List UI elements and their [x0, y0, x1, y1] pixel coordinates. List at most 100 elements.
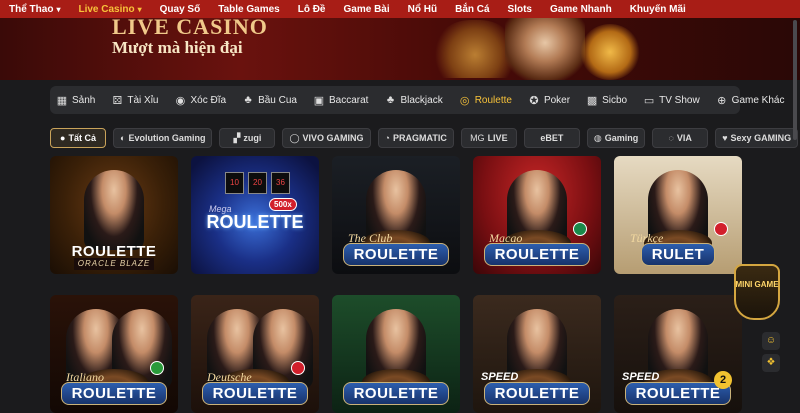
nav-item-4[interactable]: Lô Đề — [289, 4, 335, 15]
game-card-macao[interactable]: Macao ROULETTE — [473, 156, 601, 274]
category-10[interactable]: ⊕ Game Khác — [716, 94, 784, 107]
game-card-deutsche[interactable]: Deutsche ROULETTE — [191, 295, 319, 413]
provider-filter-bar: ● Tất Cả ◐ Evolution Gaming ▞ zugi ◯ VIVO GAMIN… — [50, 128, 799, 148]
category-0[interactable]: ▦ Sảnh — [56, 94, 96, 107]
dice-icon: ⚄ — [112, 94, 123, 107]
chat-icon[interactable]: ☺ — [762, 332, 780, 350]
game-title: ROULETTE — [342, 382, 450, 405]
nav-item-1[interactable]: Live Casino ▾ — [69, 4, 150, 15]
nav-item-5[interactable]: Game Bài — [335, 4, 399, 15]
slot-number: 36 — [271, 172, 290, 194]
sicbo-icon: ▩ — [586, 94, 598, 107]
nav-item-7[interactable]: Bắn Cá — [446, 4, 498, 15]
game-card-mega[interactable]: 10 20 36 Mega 500x ROULETTE — [191, 156, 319, 274]
plate-icon: ◉ — [175, 94, 186, 107]
vivo-logo: ◯ — [289, 132, 300, 143]
gift-icon[interactable]: ❖ — [762, 354, 780, 372]
provider-label: VIVO GAMING — [302, 133, 364, 143]
table-number-badge: 2 — [714, 371, 732, 389]
provider-label: Gaming — [604, 133, 639, 143]
provider-0[interactable]: ● Tất Cả — [50, 128, 106, 148]
nav-item-label: Slots — [507, 3, 532, 15]
nav-item-2[interactable]: Quay Số — [151, 4, 210, 15]
pragmatic-logo: ◔ — [384, 133, 390, 143]
category-label: Baccarat — [328, 94, 369, 106]
game-title-wrap: RULET — [614, 243, 742, 266]
category-label: Roulette — [474, 94, 512, 106]
country-flag-icon — [573, 222, 587, 236]
provider-7[interactable]: ◍ Gaming — [586, 128, 646, 148]
mini-game-label: MINI GAME — [735, 280, 779, 289]
category-label: Xóc Đĩa — [190, 94, 227, 106]
game-card-green[interactable]: ROULETTE — [332, 295, 460, 413]
nav-item-9[interactable]: Game Nhanh — [541, 4, 621, 15]
nav-item-label: Table Games — [218, 3, 280, 15]
gourd-icon: ♣ — [244, 94, 252, 106]
provider-9[interactable]: ♥ Sexy GAMING — [715, 128, 799, 148]
provider-3[interactable]: ◯ VIVO GAMING — [282, 128, 371, 148]
provider-8[interactable]: ◌ VIA — [652, 128, 709, 148]
game-card-speed2[interactable]: SPEED ROULETTE 2 — [614, 295, 742, 413]
provider-label: PRAGMATIC — [392, 133, 447, 143]
provider-label: Sexy GAMING — [730, 133, 792, 143]
category-5[interactable]: ♣ Blackjack — [384, 94, 443, 106]
game-title: ROULETTE — [206, 212, 304, 232]
mini-game-badge — [734, 264, 780, 320]
mg-live-logo: MG — [470, 133, 485, 143]
provider-4[interactable]: ◔ PRAGMATIC — [377, 128, 454, 148]
provider-label: Tất Cả — [68, 133, 96, 143]
game-title-wrap: ROULETTE — [473, 243, 601, 266]
category-label: Bầu Cua — [258, 94, 297, 106]
nav-item-8[interactable]: Slots — [499, 4, 541, 15]
country-flag-icon — [150, 361, 164, 375]
nav-item-10[interactable]: Khuyến Mãi — [621, 4, 695, 15]
slot-number: 10 — [225, 172, 244, 194]
game-subtitle: ORACLE BLAZE — [74, 258, 154, 270]
nav-item-label: Thể Thao — [9, 3, 54, 15]
nav-item-3[interactable]: Table Games — [209, 4, 289, 15]
provider-label: eBET — [540, 133, 564, 143]
game-title-wrap: ROULETTE — [191, 382, 319, 405]
game-card-italiano[interactable]: Italiano ROULETTE — [50, 295, 178, 413]
game-card-speed1[interactable]: SPEED ROULETTE — [473, 295, 601, 413]
provider-1[interactable]: ◐ Evolution Gaming — [113, 128, 213, 148]
category-1[interactable]: ⚄ Tài Xỉu — [111, 94, 159, 107]
nav-item-label: Quay Số — [159, 3, 201, 15]
chevron-down-icon: ▾ — [137, 4, 142, 14]
country-flag-icon — [291, 361, 305, 375]
provider-5[interactable]: MG LIVE — [460, 128, 517, 148]
game-grid: ROULETTE ORACLE BLAZE 10 20 36 Mega 500x ROULET… — [50, 156, 750, 413]
multiplier-badge: 500x — [269, 198, 297, 211]
banner-subtitle: Mượt mà hiện đại — [112, 38, 243, 57]
nav-item-0[interactable]: Thể Thao ▾ — [0, 4, 69, 15]
category-3[interactable]: ♣ Bầu Cua — [242, 94, 297, 106]
category-bar: ▦ Sảnh ⚄ Tài Xỉu ◉ Xóc Đĩa ♣ Bầu Cua ▣ Baccarat ♣ B… — [50, 86, 784, 114]
nav-item-label: Game Bài — [343, 3, 390, 15]
game-card-club[interactable]: The Club ROULETTE — [332, 156, 460, 274]
category-8[interactable]: ▩ Sicbo — [586, 94, 627, 107]
nav-item-label: Game Nhanh — [550, 3, 612, 15]
category-4[interactable]: ▣ Baccarat — [313, 94, 369, 107]
game-card-oracle[interactable]: ROULETTE ORACLE BLAZE — [50, 156, 178, 274]
evolution-logo: ◐ — [120, 133, 126, 143]
category-6[interactable]: ◎ Roulette — [459, 94, 512, 107]
category-9[interactable]: ▭ TV Show — [643, 94, 700, 107]
cards-icon: ▣ — [313, 94, 325, 107]
dealer-image — [84, 170, 144, 250]
category-7[interactable]: ✪ Poker — [528, 94, 570, 107]
poker-chip-icon: ✪ — [529, 94, 539, 107]
category-label: Tài Xỉu — [127, 94, 159, 106]
category-label: Sảnh — [72, 94, 96, 106]
provider-2[interactable]: ▞ zugi — [219, 128, 276, 148]
mini-game-button[interactable]: MINI GAME — [734, 264, 780, 320]
provider-6[interactable]: eBET — [523, 128, 580, 148]
banner-dealer-image — [505, 18, 585, 80]
nav-item-6[interactable]: Nổ Hũ — [399, 4, 446, 15]
banner-title: LIVE CASINO — [112, 18, 268, 39]
game-card-turkce[interactable]: Türkçe RULET — [614, 156, 742, 274]
scrollbar[interactable] — [793, 20, 797, 140]
all-icon: ● — [60, 133, 66, 143]
game-title: RULET — [640, 243, 716, 266]
category-2[interactable]: ◉ Xóc Đĩa — [174, 94, 226, 107]
category-label: Sicbo — [602, 94, 628, 106]
